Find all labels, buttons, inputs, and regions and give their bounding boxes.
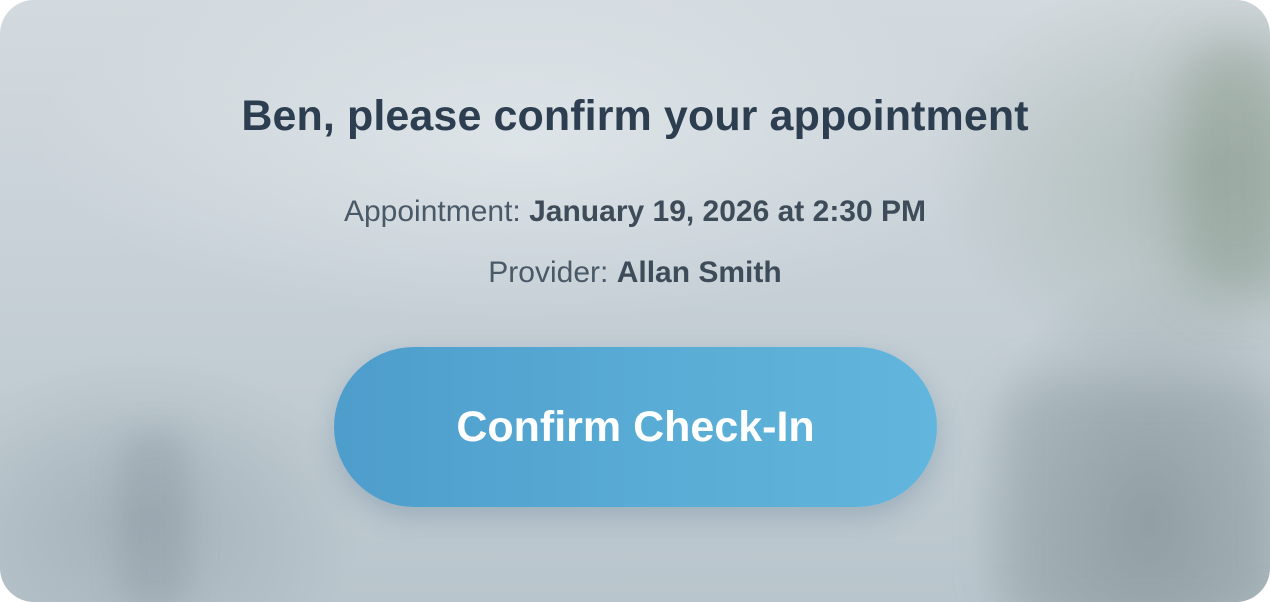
checkin-card: Ben, please confirm your appointment App… — [0, 0, 1270, 602]
blurred-background — [0, 0, 1270, 602]
page-title: Ben, please confirm your appointment — [241, 92, 1029, 140]
appointment-label: Appointment: — [343, 195, 530, 228]
confirm-check-in-button[interactable]: Confirm Check-In — [334, 347, 937, 507]
provider-label: Provider: — [488, 256, 617, 289]
appointment-value: January 19, 2026 at 2:30 PM — [529, 195, 927, 228]
provider-value: Allan Smith — [616, 256, 782, 289]
appointment-line: Appointment: January 19, 2026 at 2:30 PM — [0, 195, 1270, 229]
provider-line: Provider: Allan Smith — [0, 256, 1270, 290]
